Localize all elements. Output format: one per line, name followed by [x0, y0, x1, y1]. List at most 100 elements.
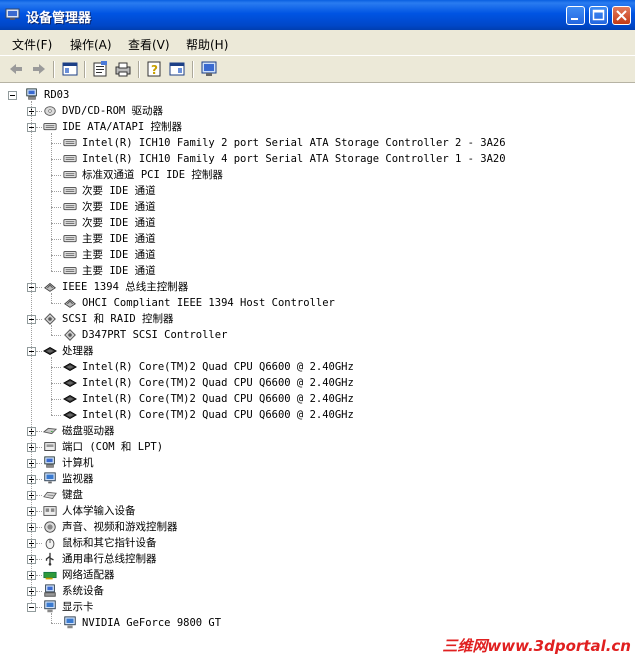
tree-connector	[31, 101, 32, 603]
computer-icon	[26, 88, 37, 100]
device-category-label: 声音、视频和游戏控制器	[62, 521, 178, 533]
tree-connector	[51, 383, 61, 384]
tree-connector	[51, 367, 61, 368]
ide-controller-icon	[63, 235, 77, 243]
device-category-label: DVD/CD-ROM 驱动器	[62, 105, 164, 117]
device-item-label: Intel(R) ICH10 Family 4 port Serial ATA …	[82, 153, 506, 165]
device-category-label: 通用串行总线控制器	[62, 553, 157, 565]
device-category-label: 计算机	[62, 457, 94, 469]
tree-connector	[51, 623, 61, 624]
ide-controller-icon	[63, 267, 77, 275]
tree-connector	[51, 335, 61, 336]
close-icon	[616, 10, 627, 21]
menu-help[interactable]: 帮助(H)	[186, 36, 228, 53]
tree-connector	[51, 255, 61, 256]
tree-connector	[51, 357, 52, 415]
processor-icon	[62, 362, 78, 372]
network-icon	[43, 571, 57, 580]
menu-action[interactable]: 操作(A)	[70, 36, 112, 53]
toolbar: ?	[0, 56, 635, 83]
device-item-label: Intel(R) Core(TM)2 Quad CPU Q6600 @ 2.40…	[82, 377, 354, 389]
keyboard-icon	[43, 491, 57, 499]
ieee1394-icon	[44, 282, 56, 292]
tree-connector	[51, 223, 61, 224]
minimize-button[interactable]	[566, 6, 585, 25]
sound-icon	[44, 521, 56, 533]
ide-controller-icon	[63, 219, 77, 227]
scsi-icon	[44, 313, 56, 325]
device-item-label: 主要 IDE 通道	[82, 249, 156, 261]
device-category-label: 端口 (COM 和 LPT)	[62, 441, 164, 453]
print-icon[interactable]	[114, 60, 132, 78]
device-category-label: SCSI 和 RAID 控制器	[62, 313, 174, 325]
scan-hardware-icon[interactable]	[200, 60, 218, 78]
disk-icon	[42, 427, 58, 435]
collapse-toggle[interactable]	[27, 603, 36, 612]
menu-file[interactable]: 文件(F)	[12, 36, 52, 53]
menu-view[interactable]: 查看(V)	[128, 36, 170, 53]
device-category-label: IDE ATA/ATAPI 控制器	[62, 121, 183, 133]
title-bar[interactable]: 设备管理器	[0, 0, 635, 30]
device-category-label: 鼠标和其它指针设备	[62, 537, 157, 549]
tree-connector	[51, 325, 52, 335]
device-category-label: 显示卡	[62, 601, 94, 613]
collapse-toggle[interactable]	[8, 91, 17, 100]
processor-icon	[62, 378, 78, 388]
toolbar-separator	[53, 61, 55, 78]
ide-controller-icon	[63, 139, 77, 147]
device-item-label: Intel(R) Core(TM)2 Quad CPU Q6600 @ 2.40…	[82, 393, 354, 405]
device-item-label: 主要 IDE 通道	[82, 265, 156, 277]
tree-root-computer-label: RD03	[44, 89, 70, 101]
processor-icon	[62, 410, 78, 420]
tree-connector	[51, 613, 52, 623]
device-tree[interactable]: RD03 DVD/CD-ROM 驱动器 IDE ATA/ATAPI 控制器 Intel…	[0, 83, 635, 658]
monitor-icon	[44, 472, 56, 484]
tree-connector	[51, 207, 61, 208]
display-icon	[44, 600, 56, 613]
device-item-label: 标准双通道 PCI IDE 控制器	[82, 169, 223, 181]
device-category-label: 监视器	[62, 473, 94, 485]
mouse-icon	[45, 538, 55, 550]
device-category-label: IEEE 1394 总线主控制器	[62, 281, 189, 293]
ieee1394-icon	[64, 298, 76, 308]
tree-connector	[51, 191, 61, 192]
device-item-label: 次要 IDE 通道	[82, 217, 156, 229]
processor-icon	[62, 394, 78, 404]
close-button[interactable]	[612, 6, 631, 25]
hid-icon	[43, 506, 57, 516]
maximize-button[interactable]	[589, 6, 608, 25]
device-item-label: 次要 IDE 通道	[82, 201, 156, 213]
menu-bar: 文件(F) 操作(A) 查看(V) 帮助(H)	[0, 30, 635, 56]
tree-connector	[51, 143, 61, 144]
device-category-label: 磁盘驱动器	[62, 425, 115, 437]
svg-text:?: ?	[151, 63, 158, 77]
tree-connector	[51, 293, 52, 303]
help-icon[interactable]: ?	[145, 60, 163, 78]
forward-icon[interactable]	[30, 60, 48, 78]
processor-icon	[42, 346, 58, 356]
tree-connector	[51, 159, 61, 160]
cdrom-icon	[44, 106, 56, 116]
device-item-label: OHCI Compliant IEEE 1394 Host Controller	[82, 297, 335, 309]
computer-icon	[44, 456, 55, 468]
tree-connector	[51, 239, 61, 240]
device-category-label: 处理器	[62, 345, 94, 357]
ide-controller-icon	[63, 187, 77, 195]
ide-controller-icon	[63, 203, 77, 211]
show-hide-tree-icon[interactable]	[61, 60, 79, 78]
ide-controller-icon	[63, 155, 77, 163]
ide-controller-icon	[63, 171, 77, 179]
toolbar-separator	[84, 61, 86, 78]
ide-controller-icon	[63, 251, 77, 259]
device-item-label: Intel(R) Core(TM)2 Quad CPU Q6600 @ 2.40…	[82, 361, 354, 373]
toolbar-separator	[192, 61, 194, 78]
show-hide-console-icon[interactable]	[168, 60, 186, 78]
properties-icon[interactable]	[91, 60, 109, 78]
device-item-label: NVIDIA GeForce 9800 GT	[82, 617, 222, 629]
device-category-label: 键盘	[62, 489, 83, 501]
display-icon	[64, 616, 76, 629]
tree-connector	[51, 175, 61, 176]
device-category-label: 人体学输入设备	[62, 505, 136, 517]
device-manager-icon	[5, 8, 20, 20]
back-icon[interactable]	[7, 60, 25, 78]
